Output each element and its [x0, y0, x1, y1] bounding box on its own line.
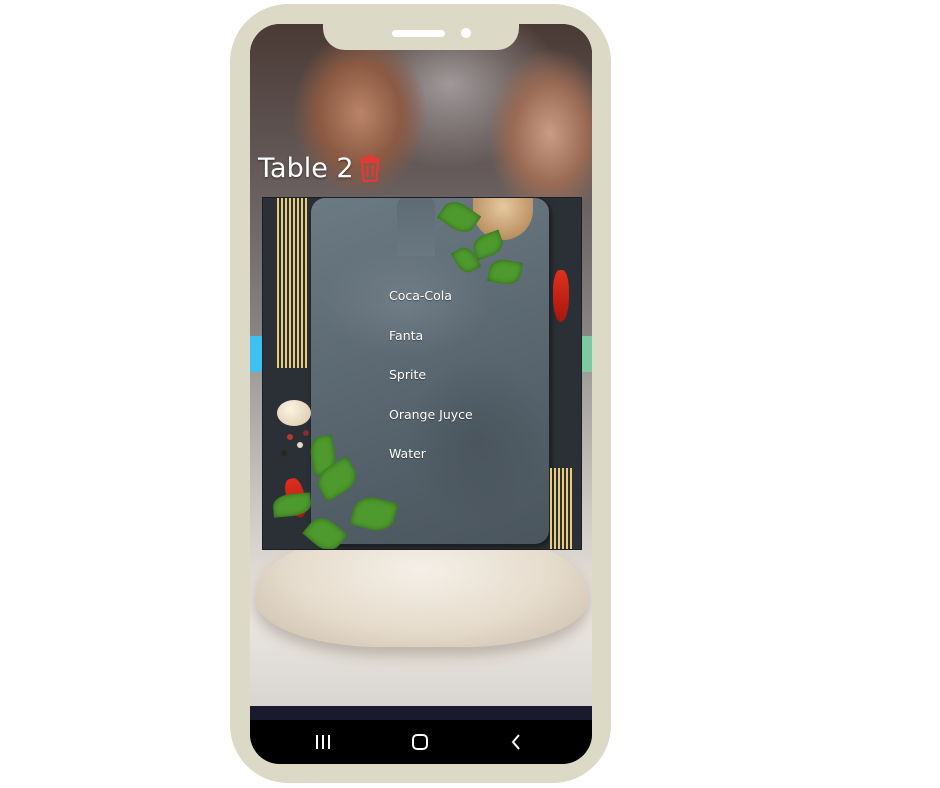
system-navigation-bar [250, 720, 592, 764]
title-row: Table 2 [258, 148, 382, 188]
bottom-app-bar [250, 706, 592, 720]
spaghetti-decoration [277, 198, 307, 368]
peppercorn [303, 430, 309, 436]
peppercorn [281, 450, 287, 456]
home-icon [412, 734, 428, 750]
spaghetti-decoration [550, 468, 572, 549]
menu-item-sprite[interactable]: Sprite [389, 365, 473, 405]
menu-item-orange-juyce[interactable]: Orange Juyce [389, 405, 473, 445]
page-title: Table 2 [258, 152, 354, 184]
back-icon [511, 734, 520, 750]
menu-board: Coca-Cola Fanta Sprite Orange Juyce Wate… [262, 197, 582, 550]
basil-leaf [272, 492, 312, 518]
menu-item-fanta[interactable]: Fanta [389, 326, 473, 366]
back-button[interactable] [486, 720, 546, 764]
garlic-clove [277, 400, 311, 426]
chili-pepper [553, 270, 569, 322]
menu-item-water[interactable]: Water [389, 444, 473, 484]
left-side-tab[interactable] [250, 336, 262, 372]
trash-icon[interactable] [358, 154, 382, 182]
menu-item-coca-cola[interactable]: Coca-Cola [389, 286, 473, 326]
peppercorn [297, 442, 303, 448]
slate-handle [397, 198, 435, 256]
phone-camera [461, 28, 471, 38]
phone-notch [323, 4, 519, 50]
recents-button[interactable] [293, 720, 353, 764]
phone-speaker [392, 30, 445, 37]
menu-list: Coca-Cola Fanta Sprite Orange Juyce Wate… [389, 286, 473, 484]
peppercorn [287, 434, 293, 440]
home-button[interactable] [390, 720, 450, 764]
recents-icon [316, 735, 330, 749]
